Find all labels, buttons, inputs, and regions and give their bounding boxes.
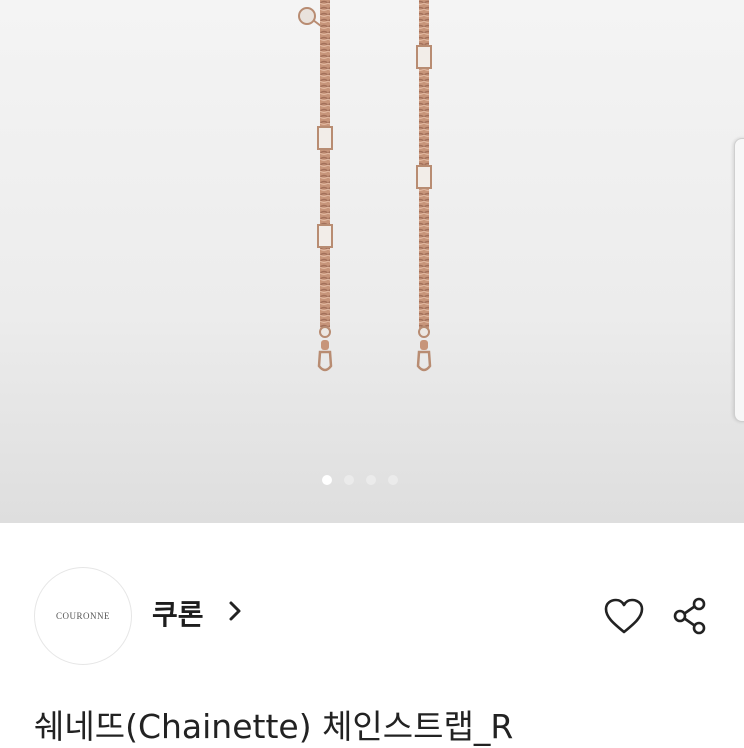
chevron-right-icon[interactable] [228,600,242,622]
left-chain [298,0,333,372]
brand-logo-text: COURONNE [55,611,110,621]
brand-logo[interactable]: COURONNE [34,567,132,665]
product-image-carousel[interactable] [0,0,744,523]
heart-icon[interactable] [603,597,645,635]
brand-name-link[interactable]: 쿠론 [152,593,204,633]
carousel-dot-1[interactable] [322,475,332,485]
carousel-dot-2[interactable] [344,475,354,485]
chain-strap-image [298,0,432,372]
product-title: 쉐네뜨(Chainette) 체인스트랩_R [34,707,514,746]
carousel-indicator [322,475,398,485]
scroll-handle[interactable] [734,138,744,422]
right-chain [416,0,432,372]
share-icon[interactable] [672,597,708,635]
brand-row: COURONNE 쿠론 [0,523,744,683]
carousel-dot-3[interactable] [366,475,376,485]
carousel-dot-4[interactable] [388,475,398,485]
